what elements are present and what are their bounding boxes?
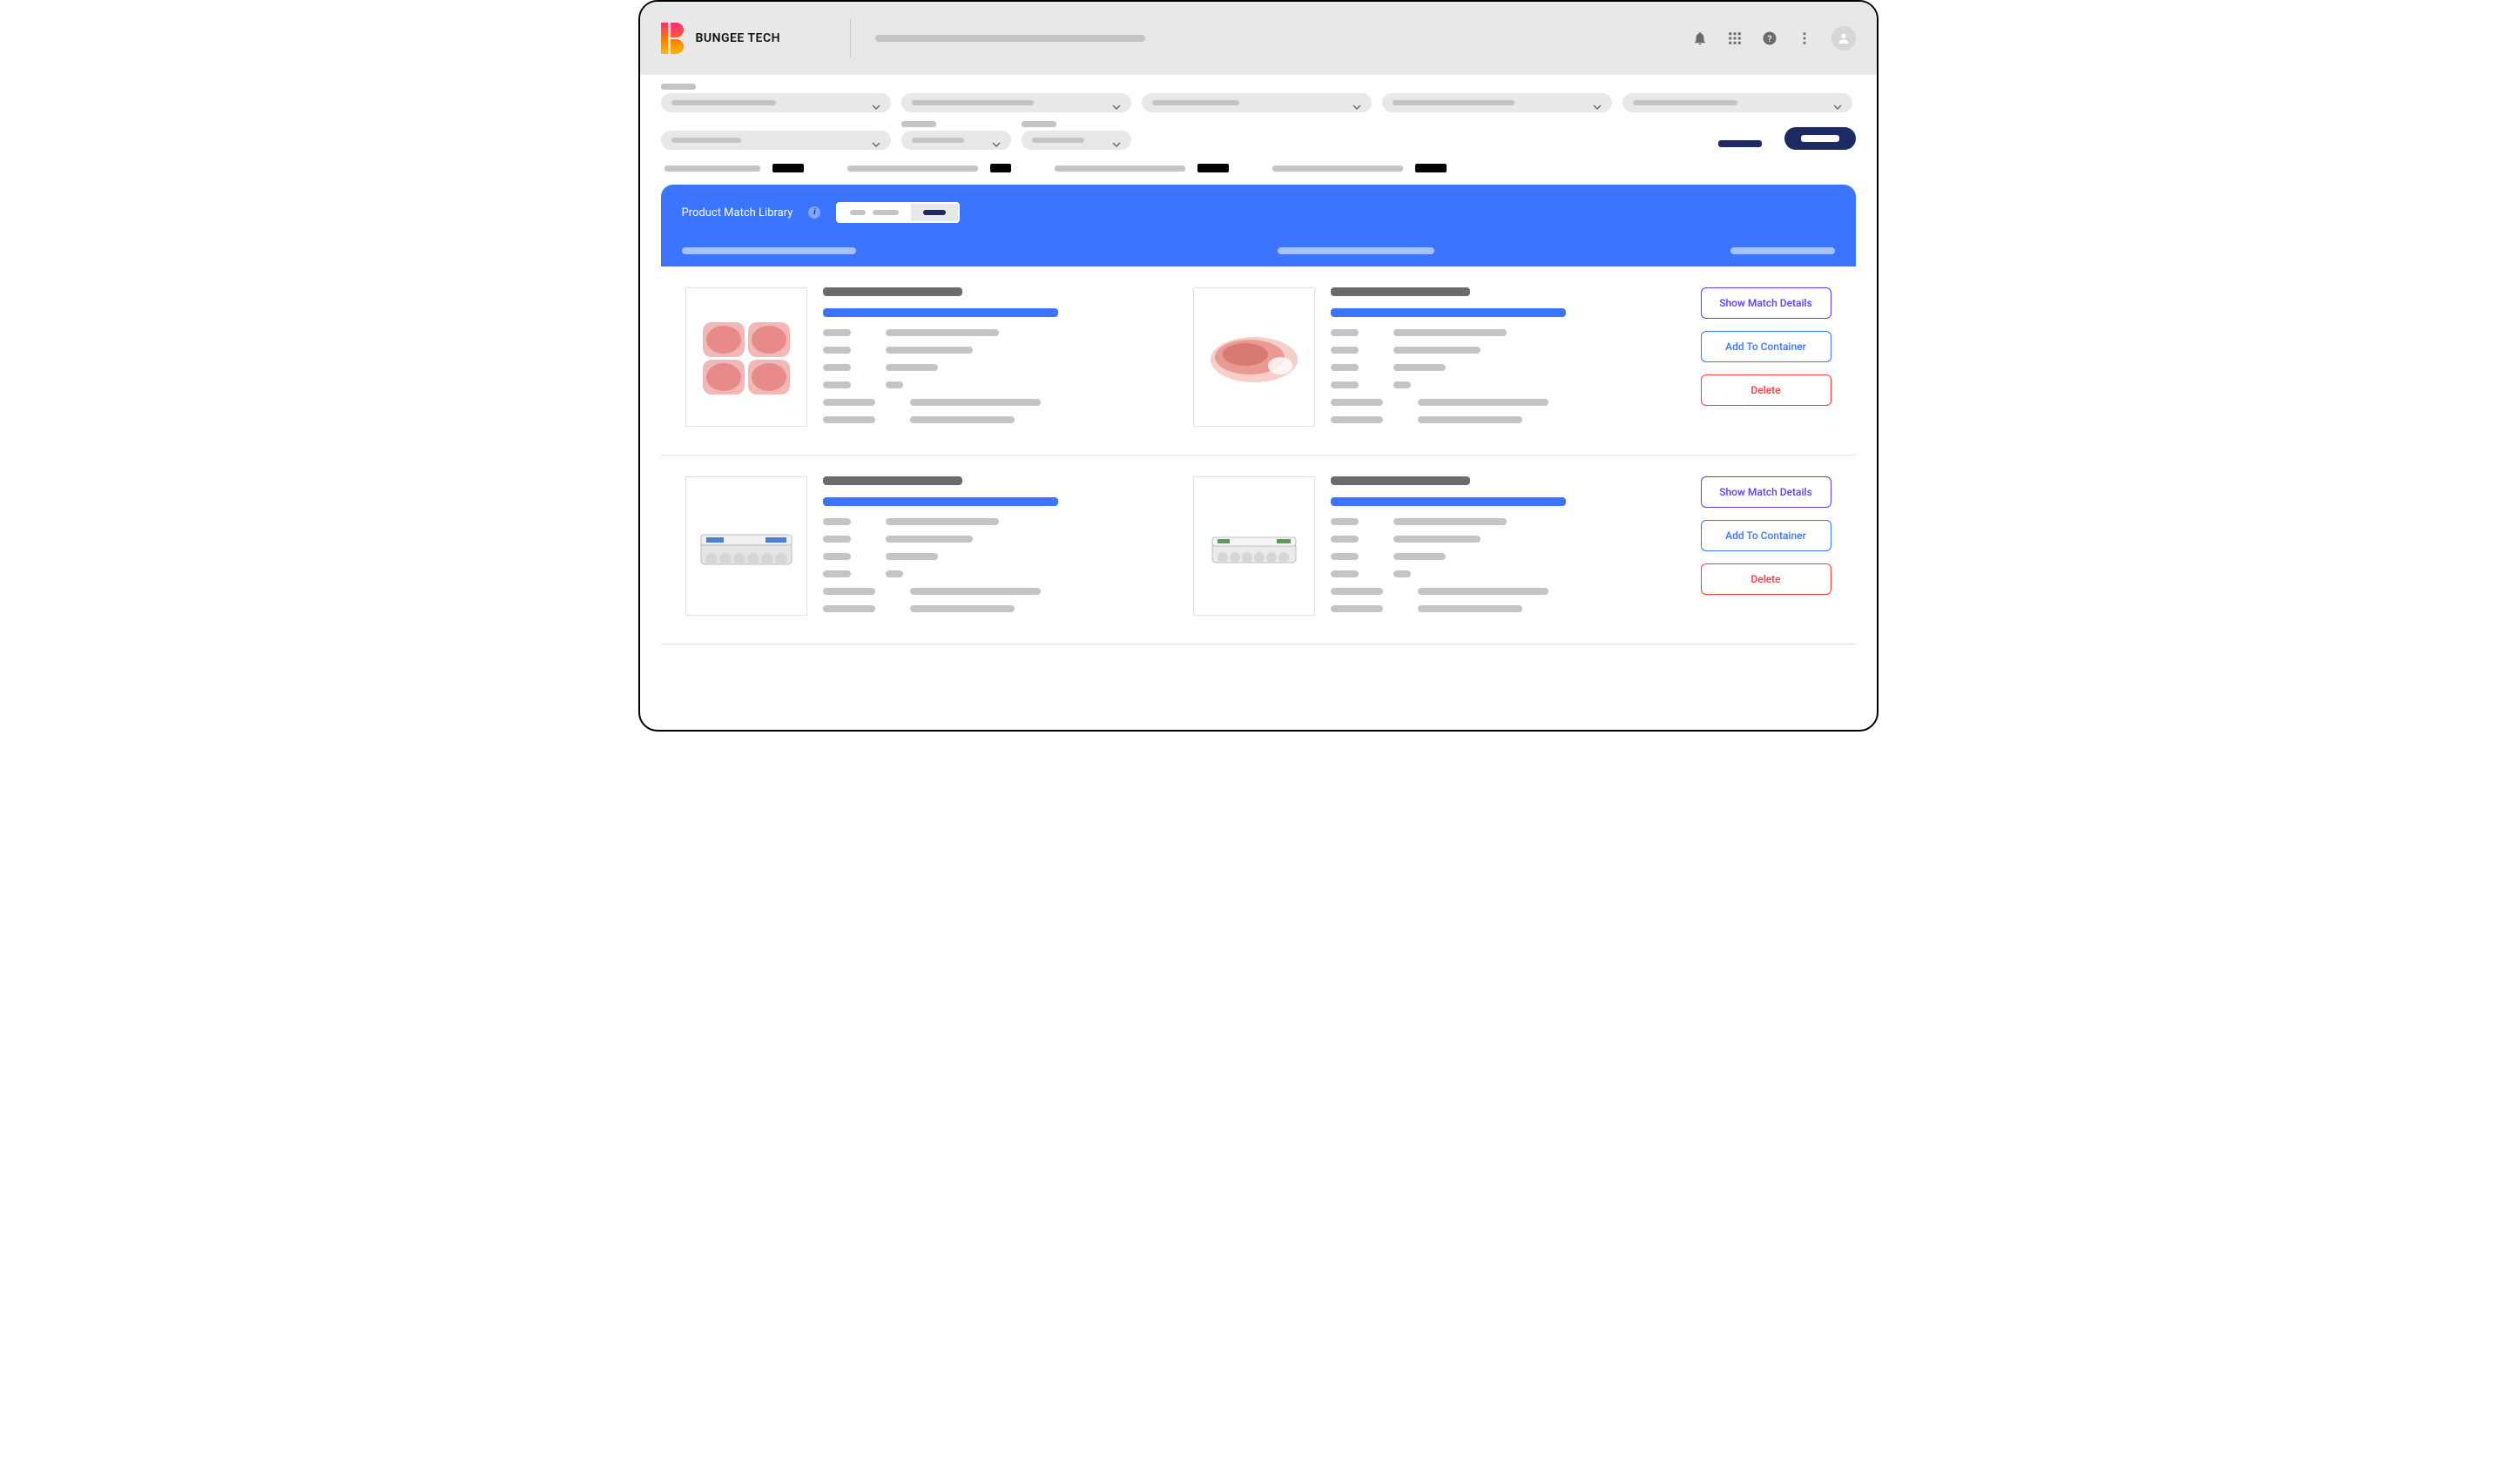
filter-select-2[interactable] xyxy=(901,93,1131,112)
match-row: Show Match Details Add To Container Dele… xyxy=(661,455,1856,644)
library-section: Product Match Library i xyxy=(661,185,1856,266)
row-actions: Show Match Details Add To Container Dele… xyxy=(1701,287,1831,434)
stat-item xyxy=(1272,164,1447,172)
svg-text:?: ? xyxy=(1767,33,1771,44)
product-thumbnail[interactable] xyxy=(685,287,807,427)
view-toggle-option-a[interactable] xyxy=(838,204,911,221)
filter-label xyxy=(901,121,936,127)
filter-select-8[interactable] xyxy=(1022,131,1131,150)
search-input[interactable] xyxy=(875,35,1145,42)
notifications-icon[interactable] xyxy=(1692,30,1708,46)
header-icons: ? xyxy=(1692,26,1856,51)
filter-select-4[interactable] xyxy=(1382,93,1612,112)
product-thumbnail[interactable] xyxy=(1193,287,1315,427)
filter-bar xyxy=(640,75,1877,150)
product-info xyxy=(823,476,1169,623)
filter-select-6[interactable] xyxy=(661,131,891,150)
header-divider xyxy=(850,19,851,57)
product-title[interactable] xyxy=(1331,497,1566,506)
help-icon[interactable]: ? xyxy=(1762,30,1777,46)
product-thumbnail[interactable] xyxy=(685,476,807,616)
avatar[interactable] xyxy=(1831,26,1856,51)
pork-chops-image xyxy=(694,309,799,405)
column-header xyxy=(1730,247,1835,254)
chevron-down-icon xyxy=(1112,98,1121,107)
brand-logo[interactable]: BUNGEE TECH xyxy=(661,23,781,54)
product-meta xyxy=(1331,476,1470,485)
more-vert-icon[interactable] xyxy=(1797,30,1812,46)
add-to-container-button[interactable]: Add To Container xyxy=(1701,331,1831,362)
source-product xyxy=(685,476,1169,623)
stat-item xyxy=(847,164,1011,172)
library-title: Product Match Library xyxy=(682,206,793,219)
show-match-details-button[interactable]: Show Match Details xyxy=(1701,476,1831,508)
source-product xyxy=(685,287,1169,434)
logo-mark xyxy=(661,23,684,54)
product-info xyxy=(1331,476,1676,623)
product-title[interactable] xyxy=(823,497,1058,506)
egg-carton-image xyxy=(694,498,799,594)
brand-name: BUNGEE TECH xyxy=(696,31,781,45)
filter-select-3[interactable] xyxy=(1142,93,1372,112)
row-actions: Show Match Details Add To Container Dele… xyxy=(1701,476,1831,623)
chevron-down-icon xyxy=(1833,98,1842,107)
summary-stats xyxy=(640,159,1877,185)
product-title[interactable] xyxy=(823,308,1058,317)
match-product xyxy=(1193,287,1676,434)
filter-select-7[interactable] xyxy=(901,131,1011,150)
stat-item xyxy=(1055,164,1229,172)
match-product xyxy=(1193,476,1676,623)
filter-label xyxy=(1022,121,1056,127)
apps-icon[interactable] xyxy=(1727,30,1743,46)
product-info xyxy=(823,287,1169,434)
match-rows: Show Match Details Add To Container Dele… xyxy=(661,266,1856,644)
pork-loin-image xyxy=(1202,309,1306,405)
add-to-container-button[interactable]: Add To Container xyxy=(1701,520,1831,551)
product-meta xyxy=(823,287,962,296)
view-toggle-option-b[interactable] xyxy=(911,204,958,221)
delete-button[interactable]: Delete xyxy=(1701,563,1831,595)
match-row: Show Match Details Add To Container Dele… xyxy=(661,266,1856,455)
filter-label xyxy=(661,84,696,90)
top-header: BUNGEE TECH ? xyxy=(640,2,1877,75)
chevron-down-icon xyxy=(1112,136,1121,145)
filter-select-1[interactable] xyxy=(661,93,891,112)
chevron-down-icon xyxy=(992,136,1001,145)
product-info xyxy=(1331,287,1676,434)
library-header: Product Match Library i xyxy=(661,185,1856,266)
product-meta xyxy=(1331,287,1470,296)
view-toggle xyxy=(836,202,960,223)
app-viewport: BUNGEE TECH ? xyxy=(638,0,1879,732)
product-meta xyxy=(823,476,962,485)
chevron-down-icon xyxy=(872,98,880,107)
chevron-down-icon xyxy=(1352,98,1361,107)
primary-action-button[interactable] xyxy=(1784,127,1856,150)
chevron-down-icon xyxy=(872,136,880,145)
filter-select-5[interactable] xyxy=(1622,93,1852,112)
product-title[interactable] xyxy=(1331,308,1566,317)
egg-carton-image xyxy=(1202,498,1306,594)
chevron-down-icon xyxy=(1593,98,1602,107)
product-thumbnail[interactable] xyxy=(1193,476,1315,616)
column-header xyxy=(682,247,856,254)
delete-button[interactable]: Delete xyxy=(1701,374,1831,406)
stat-item xyxy=(664,164,804,172)
show-match-details-button[interactable]: Show Match Details xyxy=(1701,287,1831,319)
column-header xyxy=(1278,247,1434,254)
info-icon[interactable]: i xyxy=(808,206,820,219)
secondary-action-link[interactable] xyxy=(1718,138,1762,150)
